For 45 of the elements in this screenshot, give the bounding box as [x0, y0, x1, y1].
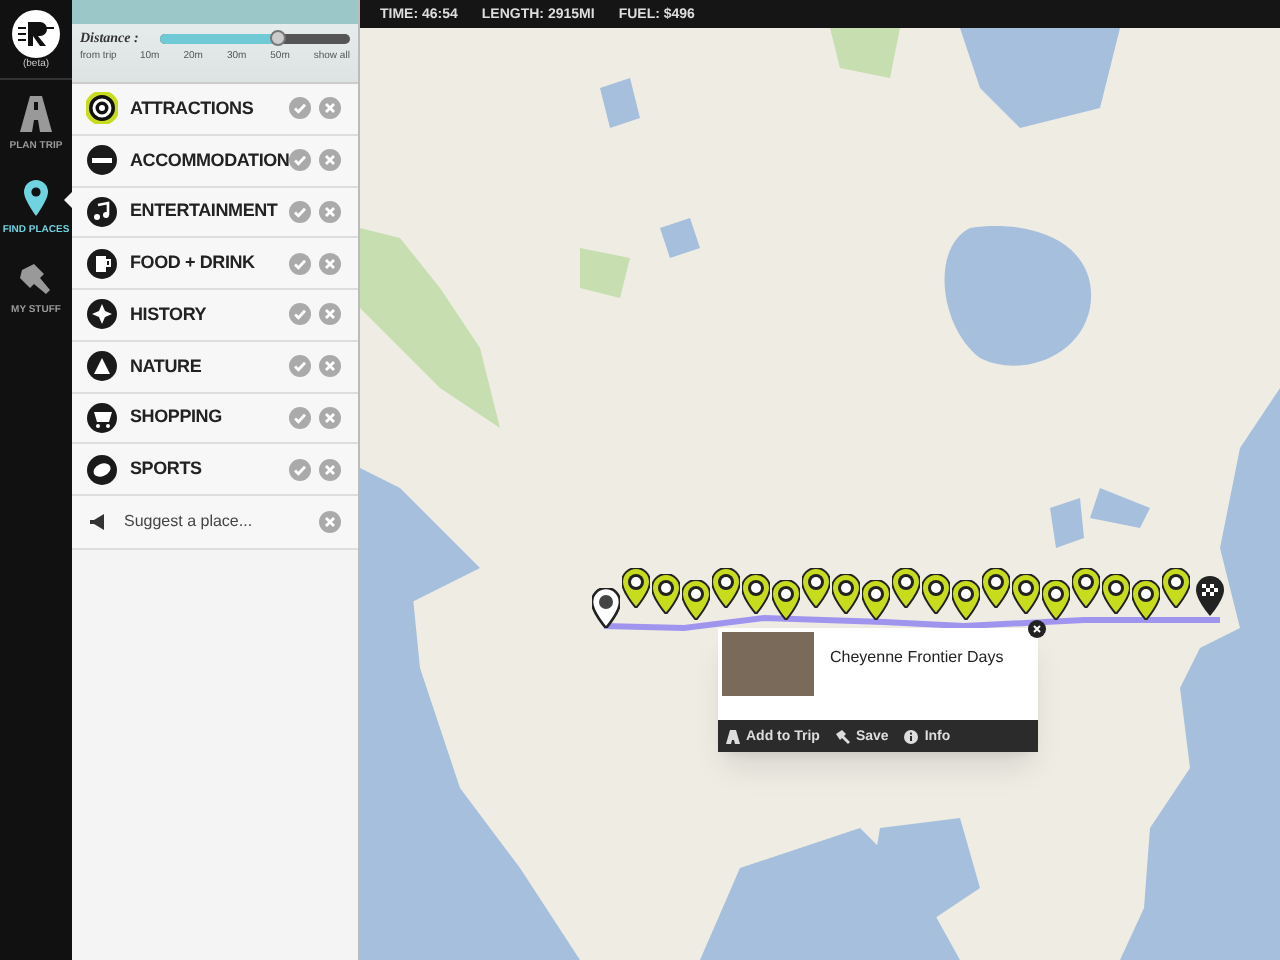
map-pin-icon[interactable]	[772, 580, 800, 620]
info-icon	[904, 729, 919, 743]
category-row[interactable]: SHOPPING	[72, 393, 358, 445]
road-icon	[20, 96, 52, 132]
check-icon[interactable]	[288, 405, 312, 430]
check-icon[interactable]	[288, 251, 312, 276]
map-pin-icon[interactable]	[952, 580, 980, 620]
distance-slider[interactable]	[160, 34, 350, 44]
check-icon[interactable]	[288, 96, 312, 121]
pushpin-icon	[18, 264, 54, 296]
map-pin-icon[interactable]	[1042, 580, 1070, 620]
map-pin-icon[interactable]	[922, 574, 950, 614]
check-icon[interactable]	[288, 457, 312, 482]
finish-pin-icon[interactable]	[1196, 576, 1224, 616]
map-pin-icon[interactable]	[832, 574, 860, 614]
map-pin-icon[interactable]	[1162, 568, 1190, 608]
map-pin-icon[interactable]	[1102, 574, 1130, 614]
check-icon[interactable]	[288, 148, 312, 173]
check-icon[interactable]	[288, 199, 312, 224]
map-pin-icon[interactable]	[1072, 568, 1100, 608]
suggest-link[interactable]: Suggest a place...	[124, 510, 302, 534]
map-pin-icon[interactable]	[1012, 574, 1040, 614]
check-icon[interactable]	[288, 354, 312, 379]
map-pin-icon[interactable]	[712, 568, 740, 608]
map-pin-icon[interactable]	[892, 568, 920, 608]
map-pin-icon[interactable]	[742, 574, 770, 614]
popup-title: Cheyenne Frontier Days	[830, 646, 1004, 670]
location-pin-icon	[24, 180, 48, 216]
road-icon	[726, 729, 740, 743]
map-pin-icon[interactable]	[802, 568, 830, 608]
pushpin-icon	[835, 729, 850, 743]
start-pin-icon[interactable]	[592, 588, 620, 628]
check-icon[interactable]	[288, 302, 312, 327]
map-pin-icon[interactable]	[982, 568, 1010, 608]
map-pin-icon[interactable]	[862, 580, 890, 620]
slider-thumb[interactable]	[269, 30, 286, 46]
pointer-notch-icon	[64, 192, 72, 208]
map-pin-icon[interactable]	[622, 568, 650, 608]
map-pin-icon[interactable]	[682, 580, 710, 620]
megaphone-icon	[90, 514, 108, 530]
map-pin-icon[interactable]	[652, 574, 680, 614]
close-icon[interactable]	[1028, 620, 1046, 638]
logo-icon[interactable]	[12, 10, 60, 58]
photo-placeholder	[722, 632, 814, 696]
map-pin-icon[interactable]	[1132, 580, 1160, 620]
